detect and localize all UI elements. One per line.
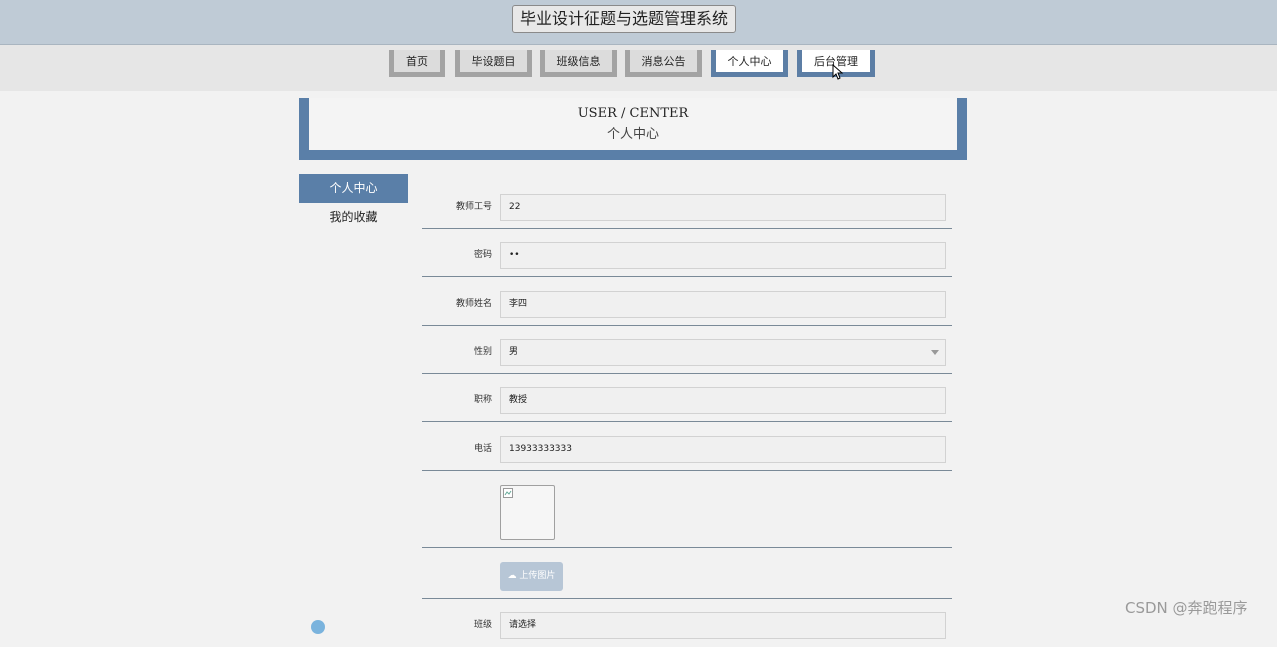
upload-button-label: 上传图片 (519, 571, 556, 581)
class-select[interactable]: 请选择 (500, 612, 946, 639)
title-input[interactable]: 教授 (500, 387, 946, 414)
gender-selected-value: 男 (509, 347, 519, 357)
mouse-cursor-icon (832, 64, 844, 80)
form-row-avatar (422, 471, 952, 548)
broken-image-icon (503, 488, 513, 498)
teacher-id-input[interactable]: 22 (500, 194, 946, 221)
form-row-password: 密码 •• (422, 242, 952, 277)
form-row-upload: ☁ 上传图片 (422, 548, 952, 599)
password-label: 密码 (473, 250, 492, 260)
teacher-id-label: 教师工号 (455, 202, 492, 212)
upload-image-button[interactable]: ☁ 上传图片 (500, 562, 563, 591)
banner-title-en: USER / CENTER (577, 106, 689, 121)
form-row-phone: 电话 13933333333 (422, 436, 952, 471)
class-label: 班级 (473, 620, 492, 630)
form-row-title: 职称 教授 (422, 387, 952, 422)
side-menu: 个人中心 我的收藏 (299, 174, 408, 232)
main-nav: 首页 毕设题目 班级信息 消息公告 个人中心 后台管理 (0, 45, 1277, 91)
phone-input[interactable]: 13933333333 (500, 436, 946, 463)
side-item-favorites[interactable]: 我的收藏 (299, 203, 408, 232)
site-title: 毕业设计征题与选题管理系统 (512, 5, 737, 33)
phone-label: 电话 (473, 444, 492, 454)
chevron-down-icon (931, 350, 939, 355)
page-banner: USER / CENTER 个人中心 (299, 98, 967, 160)
password-input[interactable]: •• (500, 242, 946, 269)
floating-circle-icon[interactable] (311, 620, 325, 634)
gender-label: 性别 (473, 347, 492, 357)
nav-announcements[interactable]: 消息公告 (625, 50, 702, 77)
title-label: 职称 (473, 395, 492, 405)
nav-class-info[interactable]: 班级信息 (540, 50, 617, 77)
nav-topics[interactable]: 毕设题目 (455, 50, 532, 77)
teacher-name-label: 教师姓名 (455, 299, 492, 309)
watermark: CSDN @奔跑程序 (1125, 599, 1248, 617)
form-row-teacher-name: 教师姓名 李四 (422, 291, 952, 326)
side-item-personal-center[interactable]: 个人中心 (299, 174, 408, 203)
teacher-name-input[interactable]: 李四 (500, 291, 946, 318)
gender-select[interactable]: 男 (500, 339, 946, 366)
banner-title-cn: 个人中心 (606, 127, 659, 142)
avatar-image (500, 485, 555, 540)
nav-home[interactable]: 首页 (389, 50, 445, 77)
form-row-gender: 性别 男 (422, 339, 952, 374)
form-row-teacher-id: 教师工号 22 (422, 194, 952, 229)
top-header: 毕业设计征题与选题管理系统 (0, 0, 1277, 45)
form-row-class: 班级 请选择 (422, 612, 952, 647)
cloud-upload-icon: ☁ (507, 571, 517, 581)
nav-personal-center[interactable]: 个人中心 (711, 50, 788, 77)
